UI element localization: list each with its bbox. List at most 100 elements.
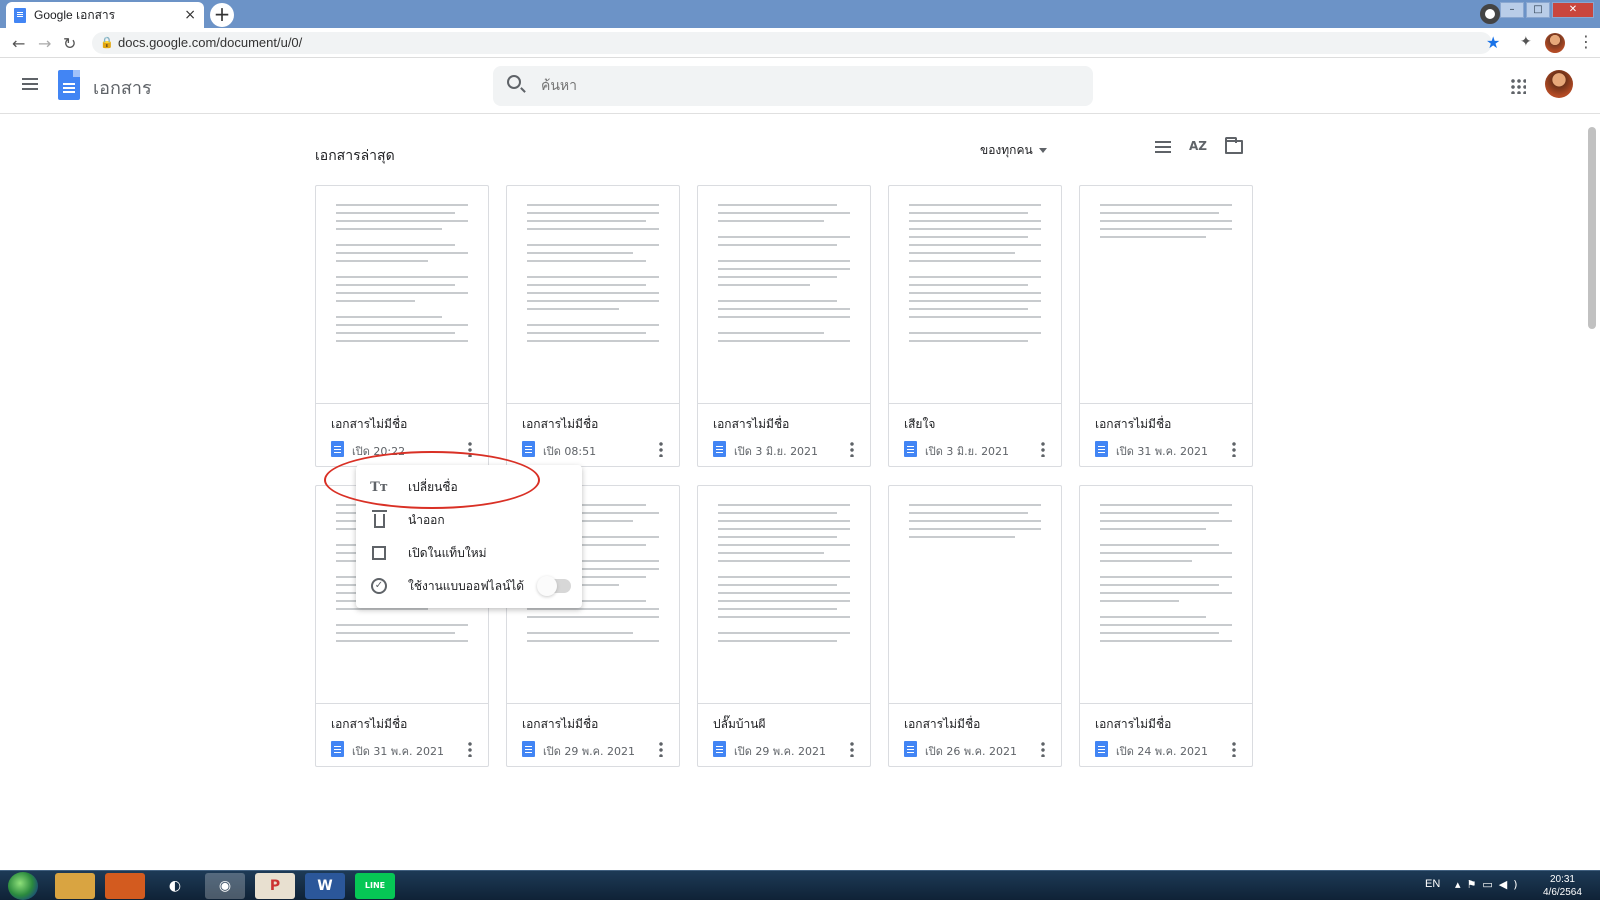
- chrome-profile-icon[interactable]: [1480, 4, 1500, 24]
- thumbnail-text-line: [909, 512, 1028, 514]
- docs-file-icon: [713, 741, 726, 757]
- thumbnail-text-line: [909, 340, 1028, 342]
- tab-close-icon[interactable]: ×: [184, 7, 196, 23]
- main-menu-icon[interactable]: [22, 78, 38, 90]
- document-card[interactable]: เอกสารไม่มีชื่อ เปิด 24 พ.ค. 2021: [1079, 485, 1253, 767]
- thumbnail-text-line: [909, 292, 1041, 294]
- document-thumbnail[interactable]: [889, 186, 1061, 404]
- more-options-icon[interactable]: [468, 441, 472, 457]
- list-view-icon[interactable]: [1155, 141, 1171, 153]
- more-options-icon[interactable]: [1041, 441, 1045, 457]
- document-thumbnail[interactable]: [889, 486, 1061, 704]
- maximize-button[interactable]: □: [1526, 2, 1550, 18]
- thumbnail-text-line: [909, 640, 1041, 648]
- thumbnail-text-line: [718, 512, 837, 514]
- thumbnail-text-line: [1100, 592, 1232, 594]
- document-card[interactable]: เอกสารไม่มีชื่อ เปิด 20:22: [315, 185, 489, 467]
- sort-az-icon[interactable]: AZ: [1189, 139, 1207, 154]
- thumbnail-text-line: [527, 244, 659, 246]
- thumbnail-text-line: [718, 544, 850, 546]
- document-card[interactable]: เอกสารไม่มีชื่อ เปิด 26 พ.ค. 2021: [888, 485, 1062, 767]
- more-options-icon[interactable]: [850, 741, 854, 757]
- thumbnail-text-line: [1100, 316, 1232, 324]
- back-icon[interactable]: ←: [12, 34, 25, 53]
- more-options-icon[interactable]: [659, 441, 663, 457]
- reload-icon[interactable]: ↻: [63, 34, 76, 53]
- menu-item-rename[interactable]: Tт เปลี่ยนชื่อ: [356, 471, 582, 504]
- search-icon[interactable]: [507, 75, 521, 89]
- more-options-icon[interactable]: [659, 741, 663, 757]
- search-input[interactable]: [541, 76, 1061, 96]
- clock[interactable]: 20:31 4/6/2564: [1543, 873, 1582, 899]
- presentation-icon[interactable]: P: [255, 873, 295, 899]
- document-card[interactable]: เสียใจ เปิด 3 มิ.ย. 2021: [888, 185, 1062, 467]
- thumbnail-text-line: [718, 284, 811, 286]
- more-options-icon[interactable]: [468, 741, 472, 757]
- document-thumbnail[interactable]: [698, 486, 870, 704]
- docs-logo-icon[interactable]: [58, 70, 80, 100]
- thumbnail-text-line: [718, 568, 850, 576]
- menu-item-label: ใช้งานแบบออฟไลน์ได้: [408, 579, 525, 593]
- account-avatar[interactable]: [1545, 70, 1573, 98]
- thumbnail-text-line: [909, 316, 1041, 318]
- thumbnail-text-line: [718, 640, 837, 642]
- menu-item-offline[interactable]: ✓ ใช้งานแบบออฟไลน์ได้: [356, 570, 582, 603]
- minimize-button[interactable]: –: [1500, 2, 1524, 18]
- chrome-icon[interactable]: ◉: [205, 873, 245, 899]
- forward-icon[interactable]: →: [38, 34, 51, 53]
- more-options-icon[interactable]: [1232, 741, 1236, 757]
- search-box[interactable]: [493, 66, 1093, 106]
- owner-filter-dropdown[interactable]: ของทุกคน: [980, 141, 1047, 160]
- document-title: เอกสารไม่มีชื่อ: [331, 417, 408, 431]
- open-in-new-icon: [372, 546, 386, 560]
- document-thumbnail[interactable]: [507, 186, 679, 404]
- document-thumbnail[interactable]: [1080, 486, 1252, 704]
- tray-icons[interactable]: ▴⚑▭◀): [1455, 878, 1524, 891]
- more-options-icon[interactable]: [1232, 441, 1236, 457]
- browser-menu-icon[interactable]: ⋮: [1578, 32, 1594, 51]
- document-opened-date: เปิด 08:51: [543, 445, 597, 458]
- more-options-icon[interactable]: [850, 441, 854, 457]
- docs-file-icon: [1095, 441, 1108, 457]
- file-explorer-icon[interactable]: [55, 873, 95, 899]
- file-picker-folder-icon[interactable]: [1225, 137, 1243, 154]
- thumbnail-text-line: [1100, 276, 1232, 284]
- app-name[interactable]: เอกสาร: [93, 73, 152, 102]
- trash-icon: [372, 510, 387, 528]
- start-button[interactable]: [8, 872, 38, 900]
- extensions-icon[interactable]: ✦: [1520, 34, 1532, 50]
- url-field[interactable]: 🔒 docs.google.com/document/u/0/: [92, 32, 1492, 54]
- more-options-icon[interactable]: [1041, 741, 1045, 757]
- word-icon[interactable]: W: [305, 873, 345, 899]
- document-card[interactable]: เอกสารไม่มีชื่อ เปิด 31 พ.ค. 2021: [1079, 185, 1253, 467]
- thumbnail-text-line: [527, 236, 659, 244]
- thumbnail-text-line: [718, 592, 850, 594]
- offline-toggle[interactable]: [537, 576, 571, 596]
- document-thumbnail[interactable]: [1080, 186, 1252, 404]
- document-card[interactable]: เอกสารไม่มีชื่อ เปิด 3 มิ.ย. 2021: [697, 185, 871, 467]
- media-player-icon[interactable]: [105, 873, 145, 899]
- thumbnail-text-line: [909, 268, 1041, 276]
- document-card[interactable]: เอกสารไม่มีชื่อเปิด 08:51: [506, 185, 680, 467]
- lock-icon[interactable]: 🔒: [100, 32, 114, 54]
- menu-item-open-new-tab[interactable]: เปิดในแท็บใหม่: [356, 537, 582, 570]
- line-icon[interactable]: LINE: [355, 873, 395, 899]
- google-apps-icon[interactable]: [1510, 78, 1526, 94]
- document-thumbnail[interactable]: [316, 186, 488, 404]
- offline-check-icon: ✓: [371, 578, 387, 594]
- thumbnail-text-line: [909, 284, 1028, 286]
- menu-item-remove[interactable]: นำออก: [356, 504, 582, 537]
- language-indicator[interactable]: EN: [1425, 878, 1440, 890]
- document-thumbnail[interactable]: [698, 186, 870, 404]
- bookmark-star-icon[interactable]: ★: [1486, 33, 1500, 52]
- thumbnail-text-line: [1100, 624, 1232, 626]
- document-card[interactable]: ปลั๊มบ้านผี เปิด 29 พ.ค. 2021: [697, 485, 871, 767]
- document-title: เอกสารไม่มีชื่อ: [522, 417, 599, 431]
- browser-avatar[interactable]: [1545, 33, 1565, 53]
- browser-tab[interactable]: Google เอกสาร ×: [6, 2, 204, 28]
- thumbnail-text-line: [1100, 600, 1180, 602]
- page-scrollbar[interactable]: [1588, 127, 1596, 329]
- new-tab-button[interactable]: +: [210, 3, 234, 27]
- app-icon[interactable]: ◐: [155, 873, 195, 899]
- close-window-button[interactable]: ✕: [1552, 2, 1594, 18]
